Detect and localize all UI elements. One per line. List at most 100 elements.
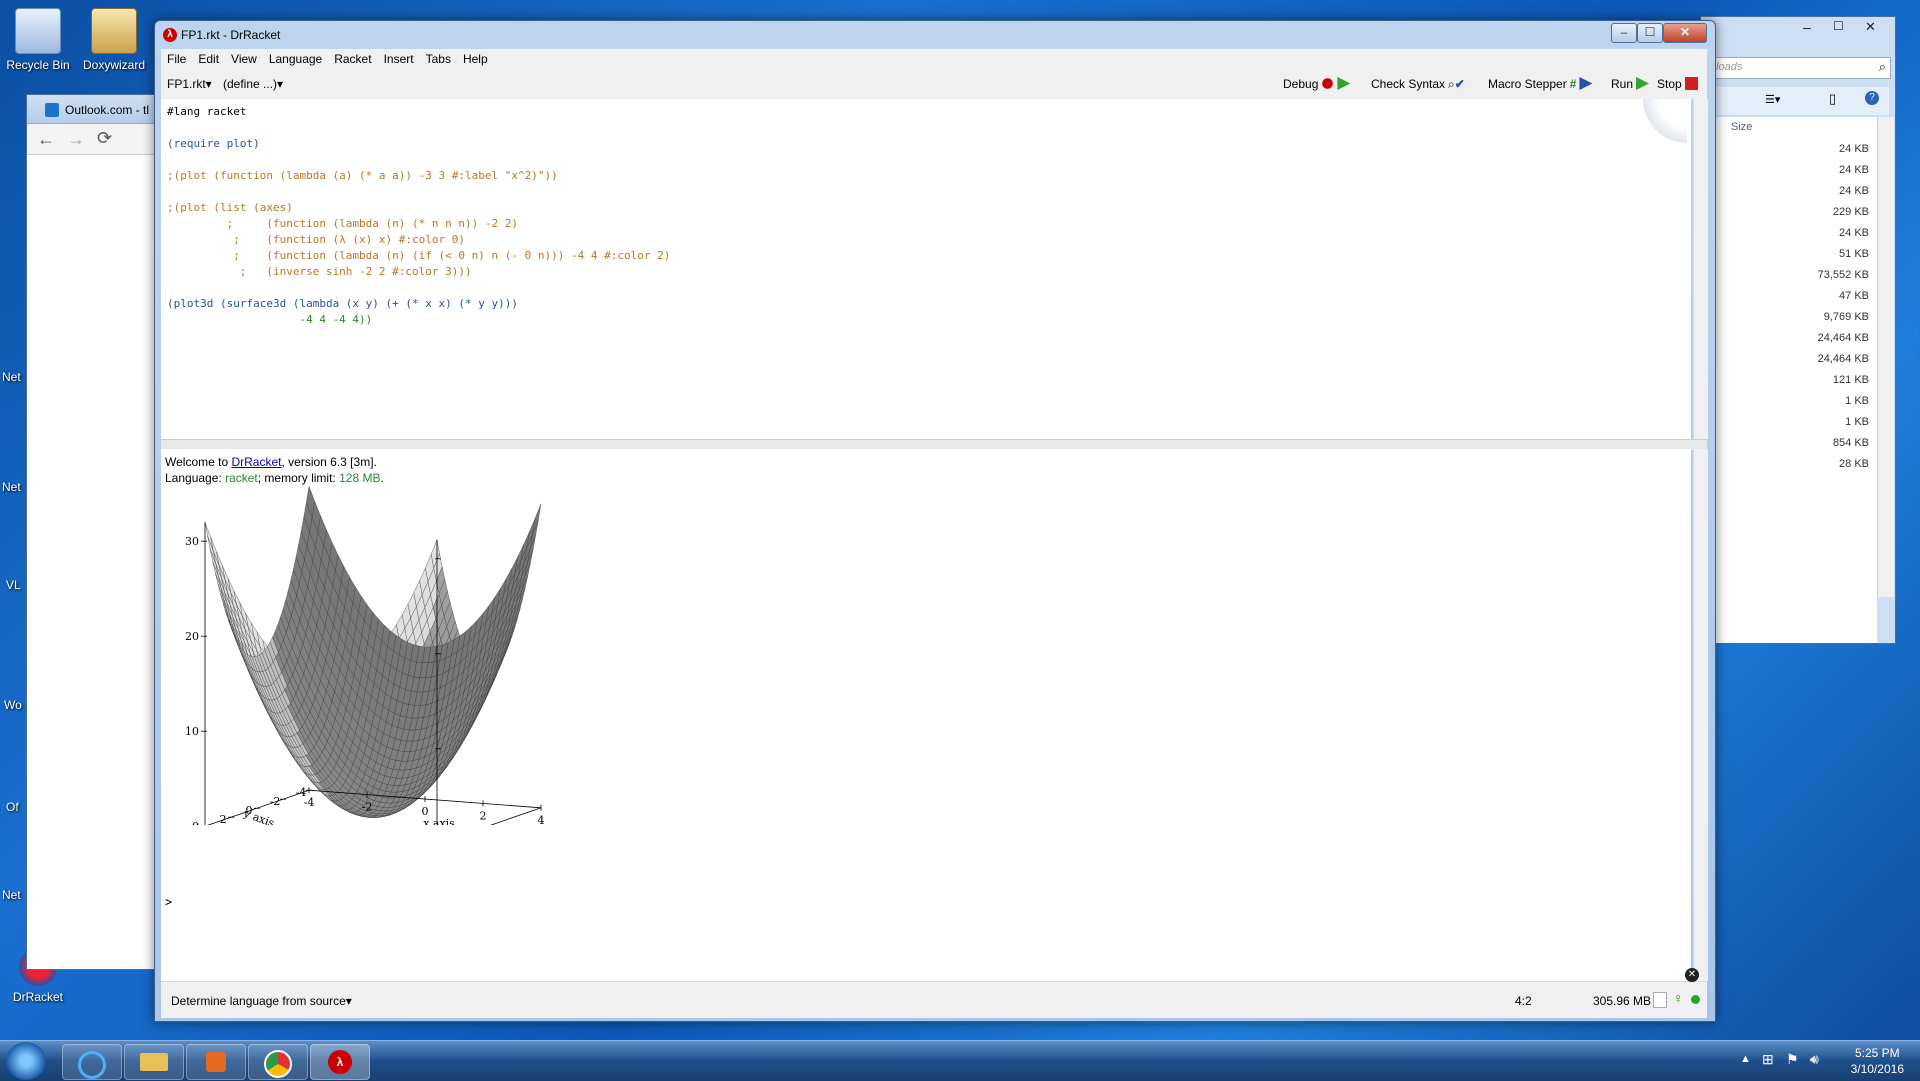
reload-icon[interactable]: ⟳	[97, 128, 112, 149]
debug-icon	[1321, 77, 1334, 90]
drracket-window: λ FP1.rkt - DrRacket – ☐ ✕ FileEditViewL…	[154, 20, 1716, 1022]
code-line: ; (inverse sinh -2 2 #:color 3)))	[167, 265, 472, 278]
language-line: Language: racket; memory limit: 128 MB.	[165, 471, 384, 485]
code-line: #lang racket	[167, 105, 246, 118]
language-prefix: Language:	[165, 471, 225, 485]
maximize-button[interactable]: ☐	[1637, 23, 1663, 43]
file-size-cell: 47 KB	[1839, 290, 1869, 302]
show-hidden-icons-icon[interactable]: ▲	[1740, 1053, 1751, 1065]
code-line: (plot3d (surface3d (lambda (x y) (+ (* x…	[167, 297, 518, 310]
editor-scrollbar[interactable]	[1693, 99, 1708, 439]
file-size-cell: 1 KB	[1845, 416, 1869, 428]
stop-button[interactable]: Stop	[1657, 77, 1698, 91]
title-bar[interactable]: λ FP1.rkt - DrRacket – ☐ ✕	[155, 21, 1715, 49]
taskbar-chrome[interactable]	[248, 1044, 308, 1080]
repl-scrollbar[interactable]	[1693, 449, 1708, 981]
size-column-header[interactable]: Size	[1731, 121, 1752, 133]
x-tick-label: 2	[480, 809, 487, 822]
help-icon[interactable]: ?	[1865, 91, 1879, 105]
back-icon[interactable]: ←	[37, 129, 55, 150]
hash-icon: #	[1570, 77, 1577, 91]
check-syntax-button[interactable]: Check Syntax⌕✔	[1371, 77, 1465, 92]
menu-racket[interactable]: Racket	[328, 49, 377, 66]
close-icon[interactable]: ✕	[1865, 19, 1876, 35]
memory-suffix: .	[380, 471, 383, 485]
taskbar-media-player[interactable]	[186, 1044, 246, 1080]
dropdown-arrow-icon: ▾	[346, 994, 352, 1008]
running-man-icon: ♀	[1673, 990, 1684, 1006]
volume-icon[interactable]: 🔊︎	[1810, 1051, 1819, 1068]
menu-bar: FileEditViewLanguageRacketInsertTabsHelp	[161, 49, 1707, 69]
define-dropdown[interactable]: (define ...)▾	[223, 77, 283, 91]
code-line: (require plot)	[167, 137, 260, 150]
memory-usage[interactable]: 305.96 MB	[1593, 994, 1651, 1008]
forward-icon[interactable]: →	[67, 129, 85, 150]
drracket-link[interactable]: DrRacket	[231, 455, 281, 469]
desktop-label-fragment: Net	[2, 370, 21, 384]
desktop-label-fragment: VL	[6, 578, 21, 592]
check-icon: ✔	[1455, 77, 1465, 91]
code-line: ; (function (lambda (n) (if (< 0 n) n (-…	[167, 249, 670, 262]
windows-flag-icon[interactable]: ⊞	[1762, 1051, 1774, 1068]
taskbar-drracket[interactable]: λ	[310, 1044, 370, 1080]
toolbar: FP1.rkt▾ (define ...)▾ Debug Check Synta…	[161, 69, 1707, 100]
code-line: ; (function (lambda (n) (* n n n)) -2 2)	[167, 217, 518, 230]
start-button[interactable]	[6, 1042, 46, 1080]
action-center-icon[interactable]: ⚑	[1786, 1051, 1799, 1068]
clock-time: 5:25 PM	[1851, 1045, 1904, 1061]
z-tick-label: 10	[185, 725, 199, 738]
file-size-cell: 24 KB	[1839, 185, 1869, 197]
browser-tab-title[interactable]: Outlook.com - tl	[65, 103, 165, 117]
taskbar-explorer[interactable]	[124, 1044, 184, 1080]
menu-insert[interactable]: Insert	[378, 49, 420, 66]
y-tick-label: 2	[220, 813, 227, 825]
menu-edit[interactable]: Edit	[192, 49, 225, 66]
minimize-button[interactable]: –	[1611, 23, 1637, 43]
interactions-pane[interactable]: Welcome to DrRacket, version 6.3 [3m]. L…	[161, 449, 1691, 981]
corner-page-curl-icon	[1643, 99, 1687, 143]
language-select[interactable]: Determine language from source▾	[171, 994, 352, 1008]
desktop-label-fragment: Of	[6, 800, 19, 814]
menu-view[interactable]: View	[225, 49, 263, 66]
menu-file[interactable]: File	[161, 49, 192, 66]
explorer-toolbar: ☰▾ ▯ ?	[1705, 87, 1889, 115]
file-dropdown-label: FP1.rkt	[167, 77, 206, 91]
run-button[interactable]: Run	[1611, 77, 1649, 91]
debug-label: Debug	[1283, 77, 1318, 91]
menu-language[interactable]: Language	[263, 49, 328, 66]
step-icon	[1579, 77, 1592, 90]
definitions-editor[interactable]: #lang racket(require plot);(plot (functi…	[161, 99, 1691, 439]
status-bar: Determine language from source▾ 4:2 305.…	[161, 981, 1707, 1018]
check-syntax-label: Check Syntax	[1371, 77, 1445, 91]
welcome-prefix: Welcome to	[165, 455, 231, 469]
file-size-cell: 73,552 KB	[1818, 269, 1869, 281]
desktop-icon-doxywizard[interactable]: Doxywizard	[74, 8, 154, 72]
minimize-icon[interactable]: –	[1803, 19, 1811, 35]
preview-pane-icon[interactable]: ▯	[1829, 91, 1836, 107]
browser-window[interactable]: Outlook.com - tl ← → ⟳	[26, 94, 168, 970]
file-size-cell: 854 KB	[1833, 437, 1869, 449]
taskbar-ie[interactable]	[62, 1044, 122, 1080]
explorer-search[interactable]: nloads ⌕	[1705, 57, 1891, 79]
desktop-icon-recycle-bin[interactable]: Recycle Bin	[0, 8, 78, 72]
status-dot-icon	[1691, 995, 1700, 1004]
close-pane-icon[interactable]: ✕	[1685, 968, 1699, 982]
view-options-icon[interactable]: ☰▾	[1765, 93, 1780, 106]
debug-button[interactable]: Debug	[1283, 77, 1350, 91]
file-size-cell: 121 KB	[1833, 374, 1869, 386]
stop-icon	[1685, 77, 1698, 90]
menu-tabs[interactable]: Tabs	[420, 49, 457, 66]
close-button[interactable]: ✕	[1663, 23, 1707, 43]
menu-help[interactable]: Help	[457, 49, 494, 66]
y-tick-label: -2	[270, 795, 281, 808]
explorer-window[interactable]: – ☐ ✕ nloads ⌕ ☰▾ ▯ ? Size 24 KB24 KB24 …	[1700, 16, 1896, 644]
taskbar-clock[interactable]: 5:25 PM 3/10/2016	[1851, 1045, 1904, 1077]
media-player-icon	[206, 1052, 226, 1072]
macro-stepper-button[interactable]: Macro Stepper#	[1488, 77, 1592, 91]
y-axis-label: y axis	[241, 806, 276, 825]
maximize-icon[interactable]: ☐	[1833, 19, 1844, 33]
explorer-scrollbar[interactable]	[1877, 117, 1894, 597]
explorer-file-list: Size 24 KB24 KB24 KB229 KB24 KB51 KB73,5…	[1701, 117, 1877, 643]
plot3d-surface[interactable]: 3020100-4-2024420-2-4x axisy axis	[161, 485, 581, 825]
file-dropdown[interactable]: FP1.rkt▾	[167, 77, 212, 91]
